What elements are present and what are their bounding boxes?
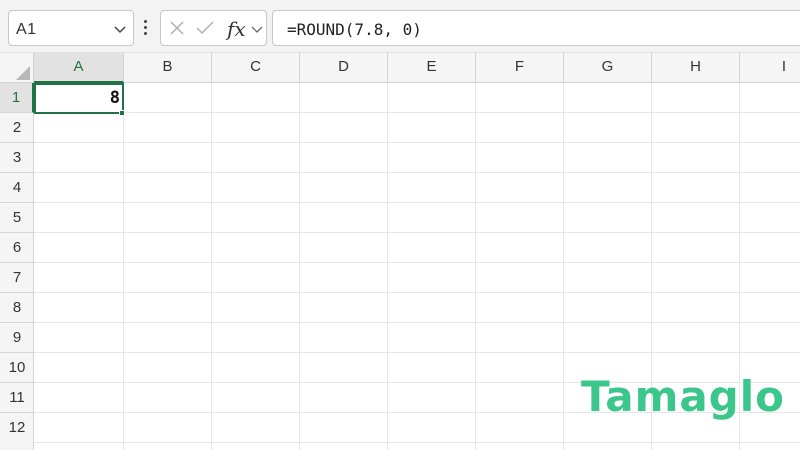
- row-header-8[interactable]: 8: [0, 293, 34, 323]
- formula-actions: fx: [160, 10, 267, 46]
- row-header-10[interactable]: 10: [0, 353, 34, 383]
- row-header-9[interactable]: 9: [0, 323, 34, 353]
- row-header-1[interactable]: 1: [0, 83, 34, 113]
- formula-input[interactable]: =ROUND(7.8, 0): [272, 10, 800, 46]
- row-header-5[interactable]: 5: [0, 203, 34, 233]
- formula-bar: A1 fx =ROUND(7.8, 0): [0, 0, 800, 52]
- column-header-f[interactable]: F: [476, 53, 564, 83]
- name-box-value: A1: [16, 21, 37, 38]
- column-header-a[interactable]: A: [34, 53, 124, 83]
- kebab-icon[interactable]: [143, 18, 149, 38]
- formula-text: =ROUND(7.8, 0): [287, 20, 422, 39]
- row-header-7[interactable]: 7: [0, 263, 34, 293]
- cancel-x-icon[interactable]: [169, 20, 185, 36]
- fill-handle[interactable]: [119, 110, 125, 116]
- column-header-g[interactable]: G: [564, 53, 652, 83]
- column-header-d[interactable]: D: [300, 53, 388, 83]
- active-cell-outline: [34, 83, 124, 114]
- row-header-6[interactable]: 6: [0, 233, 34, 263]
- name-box[interactable]: A1: [8, 10, 134, 46]
- row-header-12[interactable]: 12: [0, 413, 34, 443]
- select-all-triangle-icon: [16, 66, 30, 80]
- column-header-i[interactable]: I: [740, 53, 800, 83]
- watermark-logo: Tamaglo: [581, 372, 785, 421]
- row-header-2[interactable]: 2: [0, 113, 34, 143]
- column-header-e[interactable]: E: [388, 53, 476, 83]
- row-header-3[interactable]: 3: [0, 143, 34, 173]
- column-header-c[interactable]: C: [212, 53, 300, 83]
- check-icon[interactable]: [195, 20, 215, 36]
- chevron-down-icon[interactable]: [113, 22, 127, 36]
- column-header-h[interactable]: H: [652, 53, 740, 83]
- insert-function-button[interactable]: fx: [227, 17, 246, 41]
- row-headers: 1 2 3 4 5 6 7 8 9 10 11 12: [0, 83, 34, 450]
- chevron-down-icon[interactable]: [251, 23, 263, 35]
- row-header-4[interactable]: 4: [0, 173, 34, 203]
- column-headers: A B C D E F G H I: [0, 52, 800, 83]
- select-all-button[interactable]: [0, 53, 34, 83]
- row-header-11[interactable]: 11: [0, 383, 34, 413]
- column-header-b[interactable]: B: [124, 53, 212, 83]
